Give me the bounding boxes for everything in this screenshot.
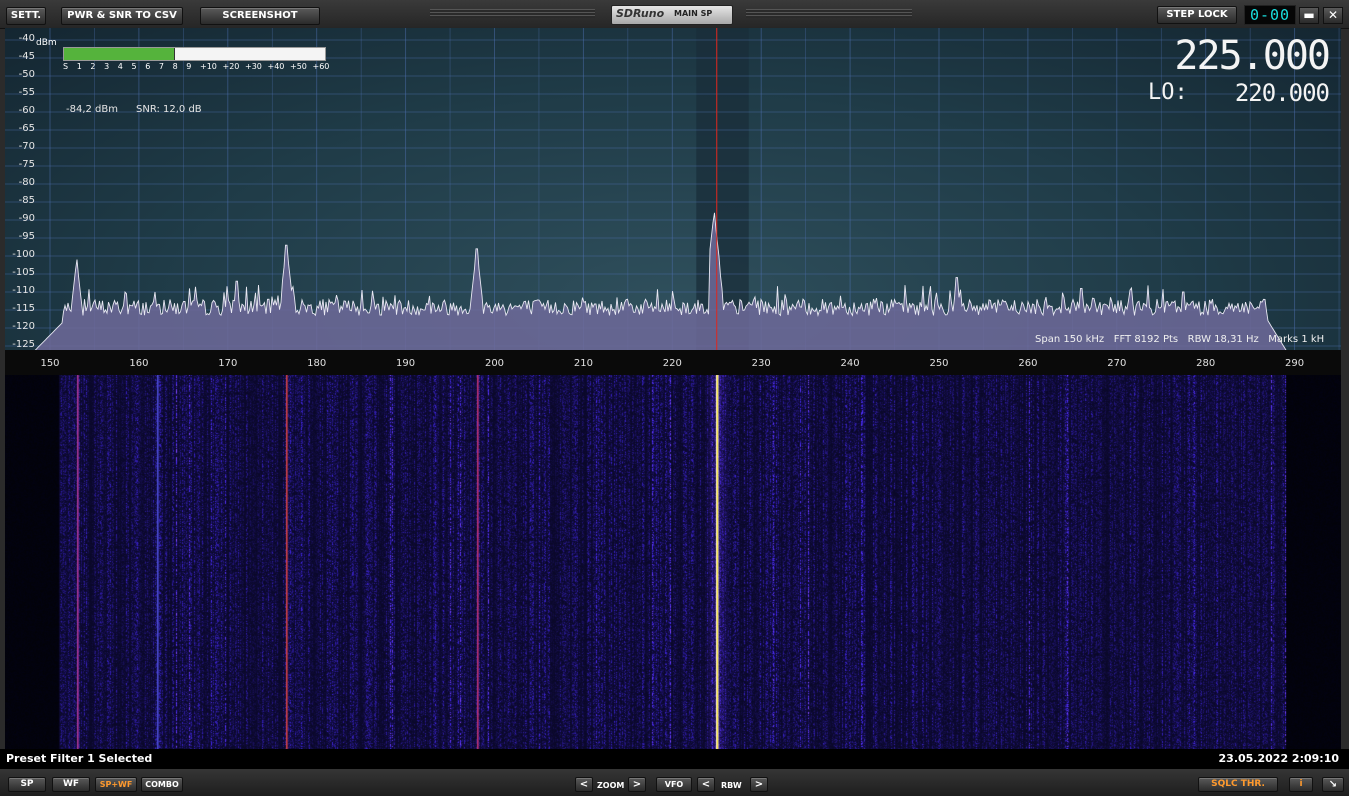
meter-scale-tick: 8	[172, 62, 178, 71]
meter-scale-tick: 2	[90, 62, 96, 71]
x-tick-label: 280	[1196, 358, 1216, 369]
sqlc-threshold-button[interactable]: SQLC THR.	[1198, 777, 1278, 792]
s-meter: dBm S 1 2 3 4 5 6 7 8 9 +10 +20 +30 +40 +50 +60	[36, 36, 336, 76]
meter-scale-tick: 6	[145, 62, 151, 71]
status-datetime: 23.05.2022 2:09:10	[1218, 752, 1339, 765]
y-tick-label: -90	[18, 213, 35, 224]
x-tick-label: 150	[40, 358, 60, 369]
screenshot-button[interactable]: SCREENSHOT	[200, 7, 320, 25]
meter-scale-tick: 7	[158, 62, 164, 71]
x-tick-label: 260	[1018, 358, 1038, 369]
x-tick-label: 270	[1107, 358, 1127, 369]
y-tick-label: -60	[18, 105, 35, 116]
pwr-snr-to-csv-button[interactable]: PWR & SNR TO CSV	[61, 7, 183, 25]
status-message: Preset Filter 1 Selected	[6, 752, 153, 765]
meter-bar	[63, 47, 326, 61]
spectrum-panel[interactable]	[5, 28, 1341, 350]
meter-scale-tick: +40	[267, 62, 285, 71]
y-tick-label: -75	[18, 159, 35, 170]
drag-grip-left[interactable]	[430, 9, 595, 18]
meter-scale-tick: 1	[76, 62, 82, 71]
lo-frequency[interactable]: 220.000	[1235, 79, 1330, 107]
y-tick-label: -45	[18, 51, 35, 62]
x-tick-label: 250	[929, 358, 949, 369]
x-tick-label: 170	[218, 358, 238, 369]
x-tick-label: 190	[396, 358, 416, 369]
zoom-label: ZOOM	[597, 781, 625, 790]
spectrum-fill	[5, 212, 1341, 350]
settings-button[interactable]: SETT.	[6, 7, 46, 25]
zoom-in-button[interactable]: >	[628, 777, 646, 792]
window-name: MAIN SP	[674, 9, 713, 18]
sp-button[interactable]: SP	[8, 777, 46, 792]
meter-scale: S 1 2 3 4 5 6 7 8 9 +10 +20 +30 +40 +50 +60	[63, 62, 329, 72]
sp-wf-button[interactable]: SP+WF	[95, 777, 137, 792]
zoom-out-button[interactable]: <	[575, 777, 593, 792]
snr-reading: SNR: 12,0 dB	[136, 104, 202, 115]
meter-scale-tick: +10	[200, 62, 217, 71]
y-tick-label: -40	[18, 33, 35, 44]
meter-scale-tick: S	[63, 62, 69, 71]
meter-scale-tick: 9	[186, 62, 192, 71]
x-tick-label: 160	[129, 358, 149, 369]
waterfall-canvas[interactable]	[5, 375, 1341, 749]
vfo-button[interactable]: VFO	[656, 777, 692, 792]
y-tick-label: -85	[18, 195, 35, 206]
meter-scale-tick: 5	[131, 62, 137, 71]
main-frequency[interactable]: 225.000	[1174, 34, 1331, 78]
x-tick-label: 220	[662, 358, 682, 369]
y-tick-label: -110	[12, 285, 35, 296]
y-tick-label: -115	[12, 303, 35, 314]
x-tick-label: 290	[1285, 358, 1305, 369]
x-tick-label: 180	[307, 358, 327, 369]
meter-scale-tick: 4	[117, 62, 123, 71]
meter-unit: dBm	[36, 38, 57, 48]
y-tick-label: -55	[18, 87, 35, 98]
y-tick-label: -125	[12, 339, 35, 350]
meter-scale-tick: +30	[245, 62, 262, 71]
combo-button[interactable]: COMBO	[141, 777, 183, 792]
top-toolbar: SETT. PWR & SNR TO CSV SCREENSHOT SDRuno…	[0, 0, 1349, 29]
step-lock-button[interactable]: STEP LOCK	[1157, 6, 1237, 24]
spectrum-info: Span 150 kHz FFT 8192 Pts RBW 18,31 Hz M…	[1035, 334, 1325, 345]
rbw-decrease-button[interactable]: <	[697, 777, 715, 792]
x-tick-label: 200	[484, 358, 505, 369]
y-tick-label: -80	[18, 177, 35, 188]
y-tick-label: -50	[18, 69, 35, 80]
meter-level	[64, 48, 175, 60]
y-tick-label: -65	[18, 123, 35, 134]
info-button[interactable]: i	[1289, 777, 1313, 792]
y-tick-label: -120	[12, 321, 35, 332]
x-tick-label: 240	[840, 358, 860, 369]
meter-scale-tick: +20	[222, 62, 240, 71]
waterfall[interactable]	[5, 375, 1341, 749]
bottom-toolbar: SP WF SP+WF COMBO < ZOOM > VFO < RBW > S…	[0, 769, 1349, 796]
close-button[interactable]: ✕	[1323, 7, 1343, 24]
rbw-increase-button[interactable]: >	[750, 777, 768, 792]
digits-display: 0-00	[1244, 5, 1296, 25]
app-name: SDRuno	[616, 7, 665, 20]
x-tick-label: 230	[751, 358, 771, 369]
wf-button[interactable]: WF	[52, 777, 90, 792]
power-reading: -84,2 dBm	[66, 104, 119, 115]
minimize-button[interactable]: ▬	[1299, 7, 1319, 24]
window-title: SDRuno MAIN SP	[611, 5, 733, 25]
meter-scale-tick: +50	[290, 62, 307, 71]
spectrum-plot[interactable]	[5, 28, 1341, 350]
rbw-label: RBW	[721, 781, 742, 790]
resize-icon[interactable]: ↘	[1322, 777, 1344, 792]
y-tick-label: -105	[12, 267, 35, 278]
frequency-axis[interactable]: 150 160 170 180 190 200 210 220 230 240 250 260 270 2…	[5, 350, 1341, 375]
meter-scale-tick: +60	[312, 62, 330, 71]
y-tick-label: -100	[12, 249, 35, 260]
status-bar: Preset Filter 1 Selected 23.05.2022 2:09…	[0, 749, 1349, 769]
y-tick-label: -95	[18, 231, 35, 242]
meter-scale-tick: 3	[104, 62, 110, 71]
lo-label: LO:	[1148, 80, 1188, 105]
x-tick-label: 210	[573, 358, 593, 369]
drag-grip-right[interactable]	[746, 9, 912, 18]
y-tick-label: -70	[18, 141, 35, 152]
